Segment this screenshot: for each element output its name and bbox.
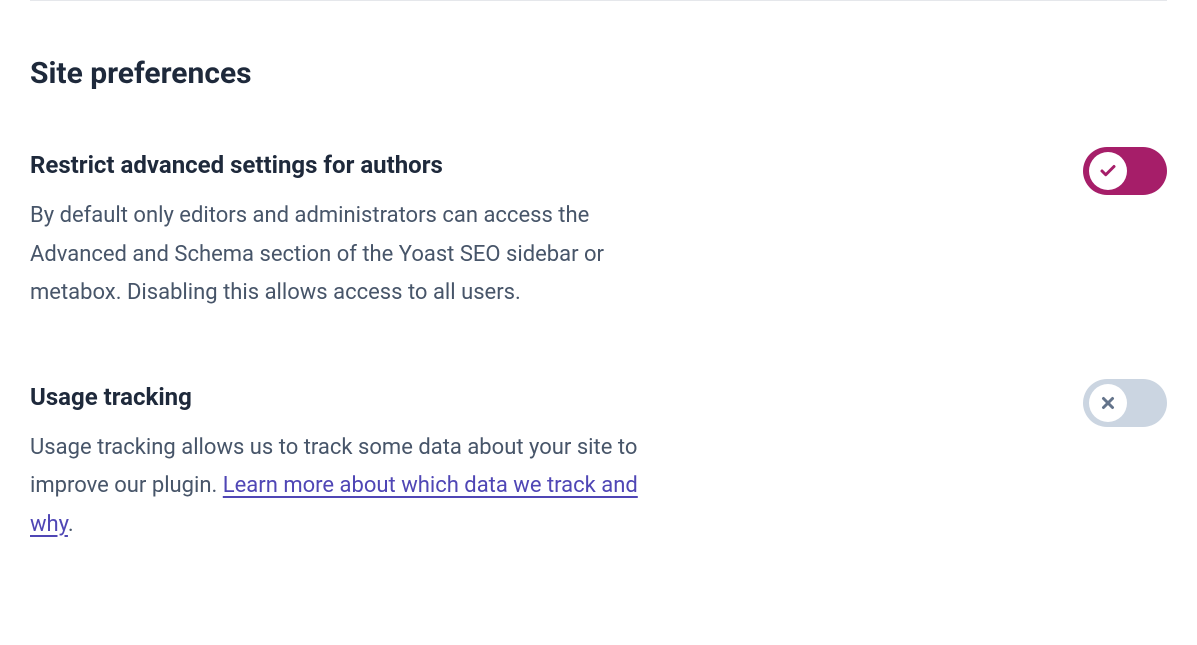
setting-restrict-advanced: Restrict advanced settings for authors B… [30,151,1167,313]
toggle-knob [1089,152,1127,190]
page-title: Site preferences [30,56,1167,91]
x-icon [1099,394,1117,412]
setting-title: Restrict advanced settings for authors [30,151,660,179]
description-suffix: . [68,512,74,537]
toggle-restrict-advanced[interactable] [1083,147,1167,195]
setting-description: Usage tracking allows us to track some d… [30,429,660,545]
setting-title: Usage tracking [30,383,660,411]
check-icon [1099,162,1117,180]
setting-description: By default only editors and administrato… [30,197,660,313]
toggle-usage-tracking[interactable] [1083,379,1167,427]
section-divider [30,0,1167,1]
toggle-knob [1089,384,1127,422]
setting-usage-tracking: Usage tracking Usage tracking allows us … [30,383,1167,545]
